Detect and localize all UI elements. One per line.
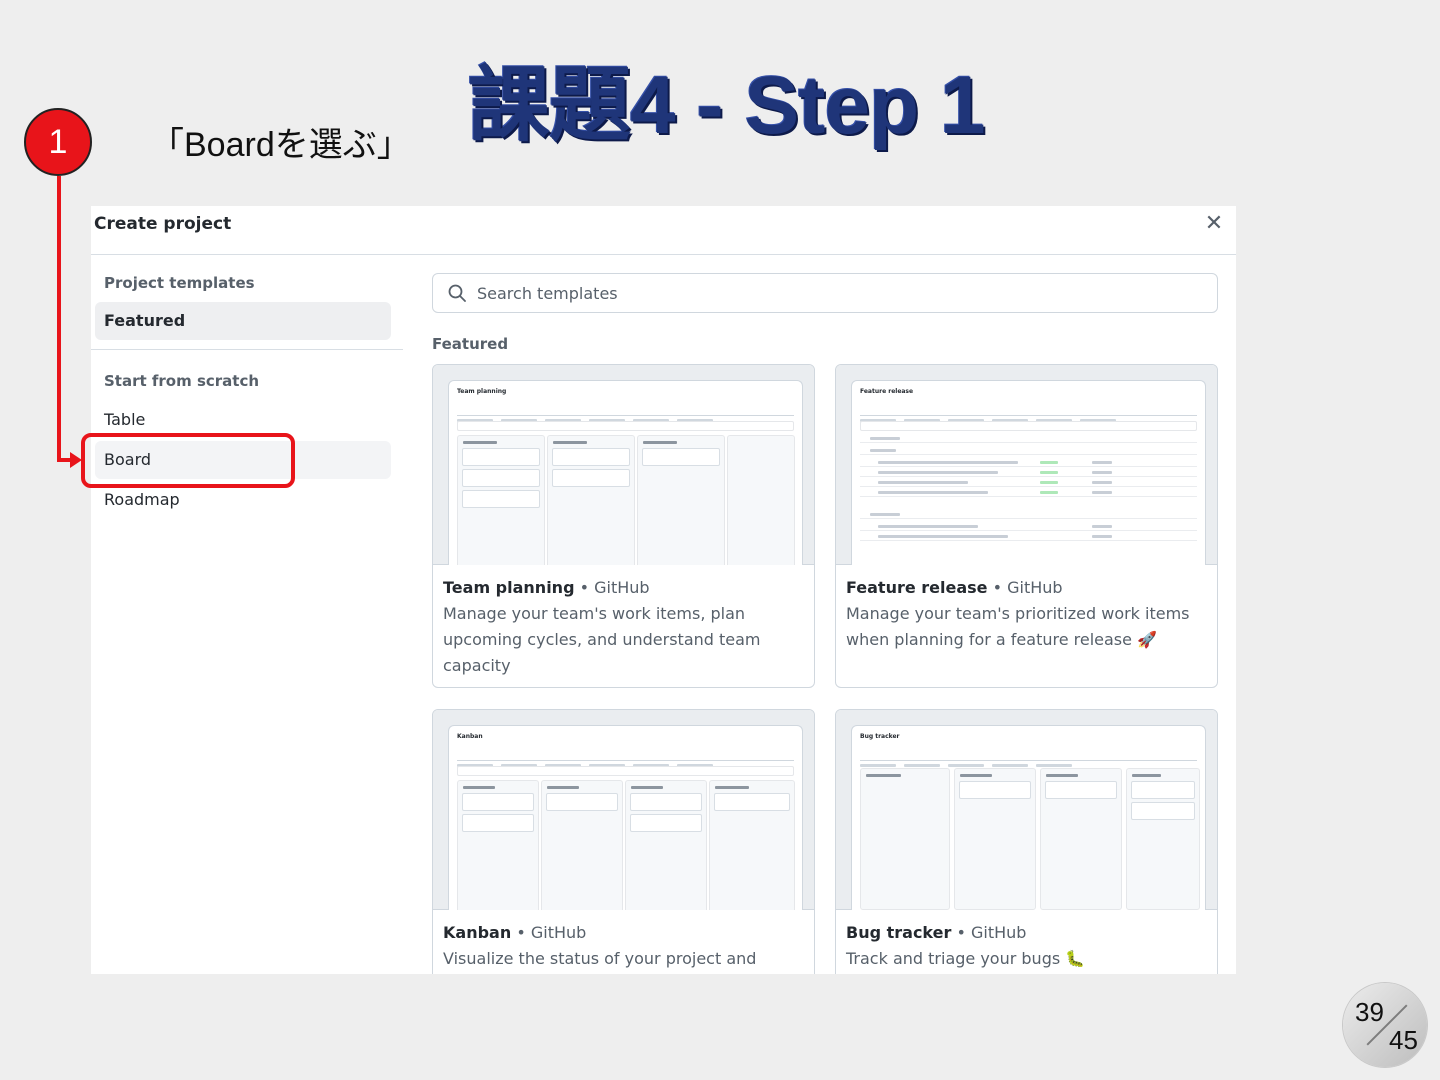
preview-tabs — [860, 407, 1197, 422]
preview-title: Bug tracker — [860, 733, 900, 740]
preview-tabs — [457, 407, 794, 422]
preview-row — [860, 469, 1197, 477]
preview-title: Feature release — [860, 388, 914, 395]
preview-row — [860, 435, 1197, 443]
search-templates-field[interactable] — [432, 273, 1218, 313]
step-number-badge: 1 — [24, 108, 92, 176]
sidebar-divider — [91, 349, 403, 350]
template-card-bug-tracker[interactable]: Bug tracker Bug tracker • GitHub Track a… — [835, 709, 1218, 974]
card-title-line: Feature release • GitHub — [846, 578, 1063, 597]
preview-tabs — [457, 752, 794, 767]
card-preview: Team planning — [433, 365, 814, 565]
preview-column — [860, 768, 950, 910]
card-separator: • — [574, 578, 595, 597]
preview-table: Feature release — [851, 380, 1206, 565]
start-from-scratch-heading: Start from scratch — [104, 372, 260, 390]
card-name: Feature release — [846, 578, 988, 597]
page-current: 39 — [1355, 997, 1384, 1027]
create-project-dialog: Create project ✕ Project templates Featu… — [91, 206, 1236, 974]
preview-column — [457, 435, 545, 565]
preview-row — [860, 489, 1197, 497]
card-owner: GitHub — [594, 578, 650, 597]
card-title-line: Kanban • GitHub — [443, 923, 586, 942]
card-separator: • — [987, 578, 1008, 597]
card-description: Visualize the status of your project and… — [443, 949, 757, 968]
preview-column — [625, 780, 707, 910]
card-description: Manage your team's prioritized work item… — [846, 604, 1190, 649]
card-owner: GitHub — [530, 923, 587, 942]
preview-filter — [457, 766, 794, 776]
card-name: Kanban — [443, 923, 512, 942]
featured-section-label: Featured — [432, 335, 509, 353]
preview-column — [457, 780, 539, 910]
preview-row — [860, 447, 1197, 455]
search-input[interactable] — [475, 282, 1217, 304]
project-templates-heading: Project templates — [104, 274, 255, 292]
card-separator: • — [951, 923, 971, 942]
card-owner: GitHub — [971, 923, 1027, 942]
callout-connector — [57, 176, 61, 462]
page-total: 45 — [1389, 1025, 1418, 1055]
card-separator: • — [511, 923, 531, 942]
preview-row — [860, 523, 1197, 531]
preview-title: Team planning — [457, 388, 507, 395]
card-description: Manage your team's work items, plan upco… — [443, 604, 761, 675]
card-preview: Kanban — [433, 710, 814, 910]
close-icon[interactable]: ✕ — [1202, 212, 1226, 236]
preview-column — [727, 435, 795, 565]
card-title-line: Team planning • GitHub — [443, 578, 650, 597]
card-owner: GitHub — [1007, 578, 1063, 597]
dialog-header: Create project ✕ — [91, 206, 1236, 255]
sidebar-item-featured[interactable]: Featured — [95, 302, 391, 340]
preview-filter — [457, 421, 794, 431]
preview-filter — [860, 421, 1197, 431]
preview-row — [860, 459, 1197, 467]
template-card-feature-release[interactable]: Feature release Feature release • GitHub… — [835, 364, 1218, 688]
card-preview: Feature release — [836, 365, 1217, 565]
preview-row — [860, 511, 1197, 519]
preview-column — [1040, 768, 1122, 910]
preview-board: Bug tracker — [851, 725, 1206, 910]
preview-column — [547, 435, 635, 565]
search-icon — [448, 284, 466, 302]
preview-column — [709, 780, 795, 910]
preview-board: Team planning — [448, 380, 803, 565]
preview-tabs — [860, 752, 1197, 767]
slide-title: 課題4 - Step 1 — [468, 60, 986, 151]
preview-column — [637, 435, 725, 565]
template-card-team-planning[interactable]: Team planning Team planning • GitHub Man… — [432, 364, 815, 688]
preview-column — [1126, 768, 1200, 910]
page-number-badge: 39 45 — [1343, 983, 1427, 1067]
board-highlight-box — [81, 433, 295, 488]
dialog-title: Create project — [94, 214, 232, 234]
preview-row — [860, 533, 1197, 541]
template-card-kanban[interactable]: Kanban Kanban • GitHub Visualize the sta… — [432, 709, 815, 974]
preview-column — [954, 768, 1036, 910]
card-name: Team planning — [443, 578, 575, 597]
preview-board: Kanban — [448, 725, 803, 910]
card-preview: Bug tracker — [836, 710, 1217, 910]
card-title-line: Bug tracker • GitHub — [846, 923, 1026, 942]
preview-column — [541, 780, 623, 910]
card-name: Bug tracker — [846, 923, 952, 942]
preview-row — [860, 479, 1197, 487]
template-sidebar: Project templates Featured Start from sc… — [91, 254, 403, 974]
card-description: Track and triage your bugs 🐛 — [846, 949, 1086, 968]
step-caption: 「Boardを選ぶ」 — [150, 126, 411, 164]
preview-title: Kanban — [457, 733, 483, 740]
